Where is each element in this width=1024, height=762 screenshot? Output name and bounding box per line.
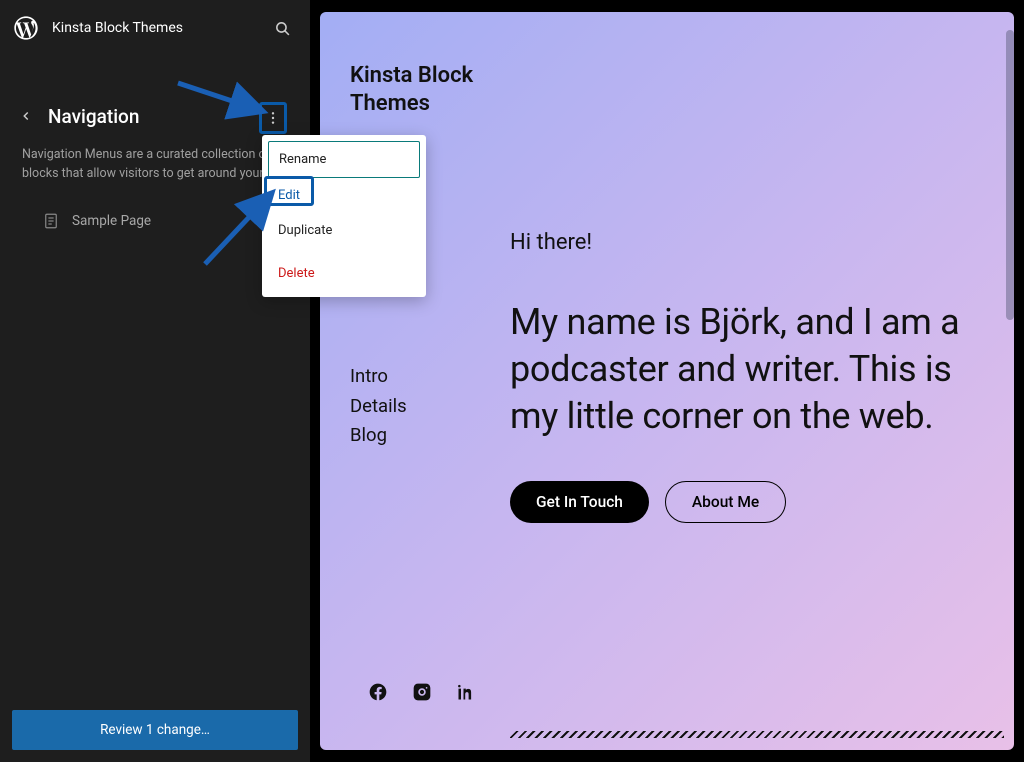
scrollbar[interactable]: [1006, 30, 1014, 320]
nav-menu-item-label: Sample Page: [72, 213, 151, 229]
sidenav-link-intro[interactable]: Intro: [350, 362, 407, 392]
divider-pattern: [510, 731, 1004, 738]
panel-title: Navigation: [48, 105, 139, 128]
wordpress-logo-icon[interactable]: [12, 14, 40, 42]
navigation-header: Navigation: [0, 92, 310, 140]
button-row: Get In Touch About Me: [510, 481, 978, 523]
site-title[interactable]: Kinsta Block Themes: [52, 20, 266, 36]
preview-site-title[interactable]: Kinsta BlockThemes: [350, 62, 473, 117]
dropdown-duplicate[interactable]: Duplicate: [268, 213, 420, 248]
review-changes-button[interactable]: Review 1 change…: [12, 710, 298, 750]
greeting-text: Hi there!: [510, 230, 978, 255]
page-icon: [42, 212, 60, 230]
actions-dropdown: Rename Edit Duplicate Delete: [262, 135, 426, 297]
chevron-left-icon: [19, 109, 33, 123]
more-vertical-icon: [265, 109, 281, 127]
search-button[interactable]: [266, 12, 298, 44]
instagram-icon[interactable]: [412, 682, 432, 702]
sidenav-link-details[interactable]: Details: [350, 392, 407, 422]
social-links: [368, 682, 476, 702]
dropdown-delete[interactable]: Delete: [268, 256, 420, 291]
sidenav-link-blog[interactable]: Blog: [350, 421, 407, 451]
sidebar-header: Kinsta Block Themes: [0, 0, 310, 56]
preview-content: Hi there! My name is Björk, and I am a p…: [510, 230, 978, 523]
more-actions-button[interactable]: [259, 102, 287, 134]
site-preview: Kinsta BlockThemes Intro Details Blog Hi…: [320, 12, 1014, 750]
linkedin-icon[interactable]: [456, 682, 476, 702]
get-in-touch-button[interactable]: Get In Touch: [510, 481, 649, 523]
preview-sidenav: Intro Details Blog: [350, 362, 407, 451]
headline-text: My name is Björk, and I am a podcaster a…: [510, 299, 978, 439]
about-me-button[interactable]: About Me: [665, 481, 786, 523]
editor-sidebar: Kinsta Block Themes Navigation Navigatio…: [0, 0, 310, 762]
dropdown-edit[interactable]: Edit: [268, 178, 420, 213]
dropdown-rename[interactable]: Rename: [268, 141, 420, 178]
back-button[interactable]: [14, 104, 38, 128]
facebook-icon[interactable]: [368, 682, 388, 702]
search-icon: [274, 20, 291, 37]
